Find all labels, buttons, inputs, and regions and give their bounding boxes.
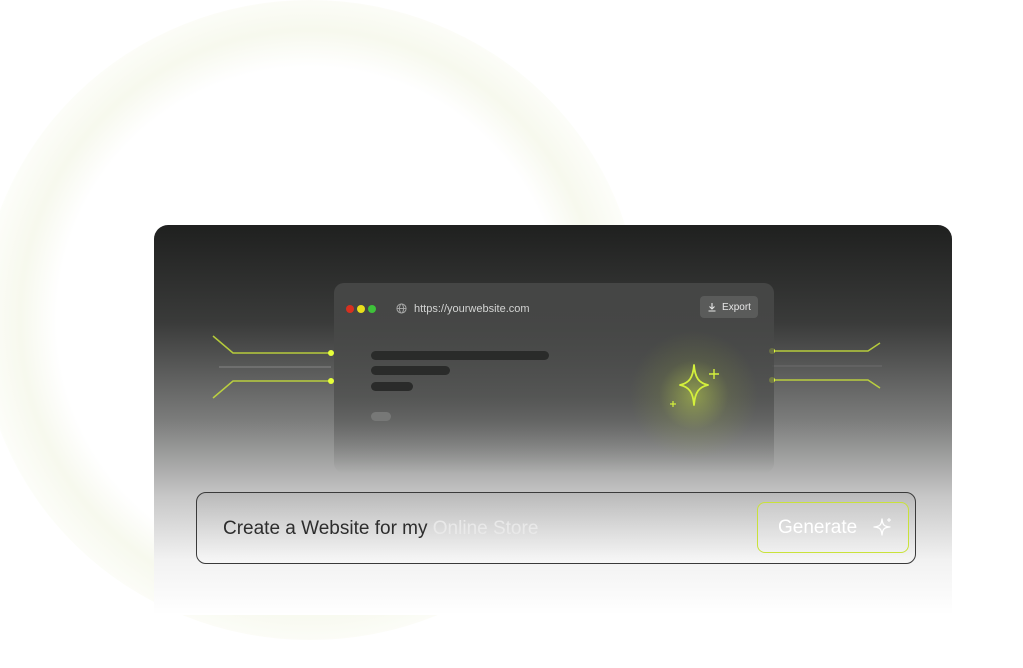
generate-button[interactable]: Generate xyxy=(757,502,909,553)
export-label: Export xyxy=(722,301,751,313)
generate-label: Generate xyxy=(778,517,858,538)
prompt-text-main: Create a Website for my xyxy=(223,518,433,539)
content-placeholder-line xyxy=(371,382,413,391)
content-placeholder-button xyxy=(371,412,391,421)
globe-icon xyxy=(396,303,407,314)
prompt-text-highlight: Online Store xyxy=(432,518,539,539)
export-button[interactable]: Export xyxy=(700,296,758,318)
download-icon xyxy=(708,303,716,312)
maximize-dot[interactable] xyxy=(368,305,376,313)
minimize-dot[interactable] xyxy=(357,305,365,313)
address-bar-url[interactable]: https://yourwebsite.com xyxy=(414,303,530,315)
left-connector-lines xyxy=(212,335,334,399)
content-placeholder-line xyxy=(371,366,450,375)
close-dot[interactable] xyxy=(346,305,354,313)
sparkle-icon xyxy=(873,518,891,536)
prompt-input[interactable]: Create a Website for my Online Store Gen… xyxy=(196,492,916,564)
sparkle-icon xyxy=(670,364,719,407)
content-placeholder-line xyxy=(371,351,549,360)
window-controls xyxy=(346,305,376,313)
prompt-text: Create a Website for my Online Store xyxy=(223,518,538,540)
hero-panel: https://yourwebsite.com Export Create a … xyxy=(154,225,952,615)
right-connector-lines xyxy=(769,342,882,389)
